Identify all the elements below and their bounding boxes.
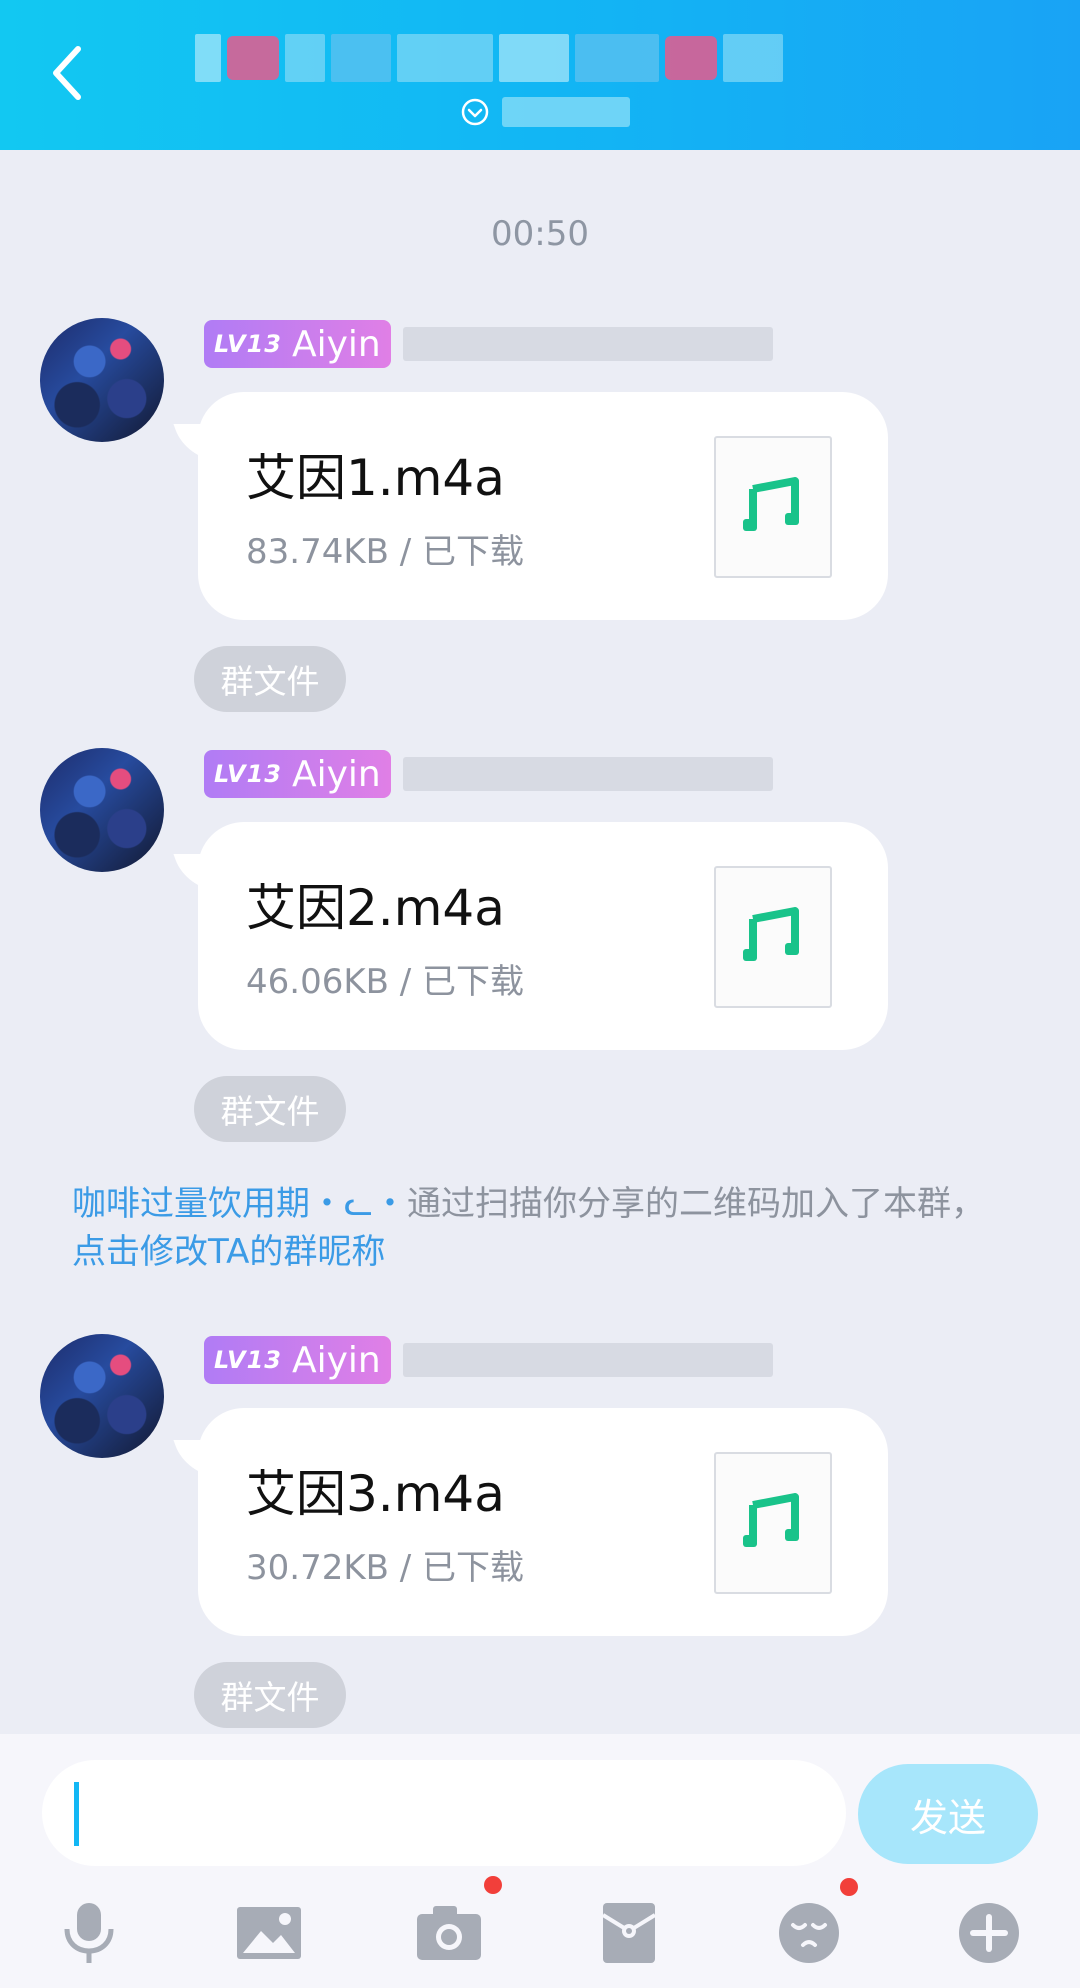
file-size-status: 46.06KB / 已下载 [246, 962, 525, 1002]
notification-badge [840, 1878, 858, 1896]
sender-title: Aiyin [291, 753, 381, 795]
sender-nickname[interactable] [402, 1343, 773, 1377]
avatar[interactable] [40, 318, 164, 442]
message-timestamp: 00:50 [491, 214, 589, 254]
sender-nickname[interactable] [402, 757, 773, 791]
level-badge: LV13 Aiyin [204, 320, 391, 368]
sender-row: LV13 Aiyin [204, 750, 773, 798]
sender-row: LV13 Aiyin [204, 1336, 773, 1384]
sender-nickname[interactable] [402, 327, 773, 361]
more-button[interactable] [944, 1888, 1034, 1978]
chevron-down-circle-icon [461, 98, 489, 126]
file-message-bubble[interactable]: 艾因2.m4a 46.06KB / 已下载 [173, 822, 888, 1050]
back-button[interactable] [36, 38, 96, 108]
avatar[interactable] [40, 748, 164, 872]
music-note-icon [743, 477, 799, 531]
file-name: 艾因1.m4a [246, 449, 505, 507]
level-label: LV13 [214, 330, 282, 358]
image-icon [237, 1907, 301, 1959]
microphone-icon [64, 1903, 114, 1963]
send-button[interactable]: 发送 [858, 1764, 1038, 1864]
red-packet-icon [601, 1903, 657, 1963]
file-message-bubble[interactable]: 艾因1.m4a 83.74KB / 已下载 [173, 392, 888, 620]
text-caret [74, 1782, 79, 1846]
message-input[interactable] [42, 1760, 846, 1866]
notification-badge [484, 1876, 502, 1894]
file-thumbnail [714, 866, 832, 1008]
chevron-left-icon [53, 46, 81, 100]
file-message-bubble[interactable]: 艾因3.m4a 30.72KB / 已下载 [173, 1408, 888, 1636]
group-file-tag[interactable]: 群文件 [194, 646, 346, 712]
emoji-icon [779, 1903, 839, 1963]
level-badge: LV13 Aiyin [204, 750, 391, 798]
voice-button[interactable] [44, 1888, 134, 1978]
level-label: LV13 [214, 760, 282, 788]
camera-button[interactable] [404, 1876, 502, 1978]
group-file-tag[interactable]: 群文件 [194, 1662, 346, 1728]
avatar[interactable] [40, 1334, 164, 1458]
system-join-notice: 咖啡过量饮用期・ᓚ・通过扫描你分享的二维码加入了本群， 点击修改TA的群昵称 [72, 1180, 1012, 1276]
edit-nickname-link[interactable]: 点击修改TA的群昵称 [72, 1232, 385, 1272]
group-file-tag[interactable]: 群文件 [194, 1076, 346, 1142]
red-packet-button[interactable] [584, 1888, 674, 1978]
member-name-link[interactable]: 咖啡过量饮用期・ᓚ・ [72, 1184, 407, 1224]
sender-title: Aiyin [291, 323, 381, 365]
music-note-icon [743, 1493, 799, 1547]
input-area: 发送 [0, 1734, 1080, 1988]
file-size-status: 83.74KB / 已下载 [246, 532, 525, 572]
file-size-status: 30.72KB / 已下载 [246, 1548, 525, 1588]
file-name: 艾因3.m4a [246, 1465, 505, 1523]
sender-row: LV13 Aiyin [204, 320, 773, 368]
group-title[interactable] [195, 30, 835, 86]
level-label: LV13 [214, 1346, 282, 1374]
emoji-button[interactable] [764, 1878, 858, 1978]
photo-album-button[interactable] [224, 1888, 314, 1978]
plus-circle-icon [959, 1903, 1019, 1963]
file-name: 艾因2.m4a [246, 879, 505, 937]
level-badge: LV13 Aiyin [204, 1336, 391, 1384]
group-subtitle[interactable] [460, 92, 630, 132]
sender-title: Aiyin [291, 1339, 381, 1381]
camera-icon [417, 1906, 481, 1960]
music-note-icon [743, 907, 799, 961]
chat-header [0, 0, 1080, 150]
file-thumbnail [714, 436, 832, 578]
notice-text: 通过扫描你分享的二维码加入了本群， [406, 1184, 985, 1224]
file-thumbnail [714, 1452, 832, 1594]
